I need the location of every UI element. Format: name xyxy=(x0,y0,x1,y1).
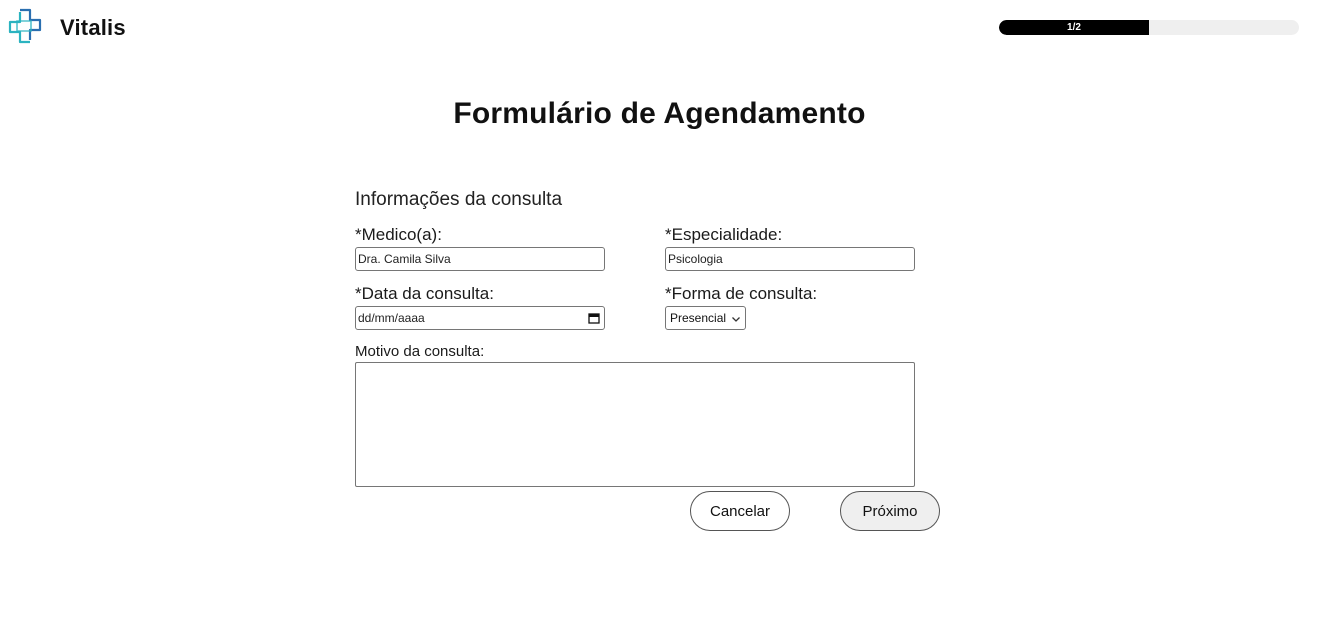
medico-field[interactable]: Dra. Camila Silva xyxy=(355,247,605,271)
especialidade-field[interactable]: Psicologia xyxy=(665,247,915,271)
cancel-button[interactable]: Cancelar xyxy=(690,491,790,531)
calendar-icon[interactable] xyxy=(588,312,600,324)
progress-label: 1/2 xyxy=(1067,22,1081,33)
page-title: Formulário de Agendamento xyxy=(453,97,866,130)
top-bar: Vitalis 1/2 xyxy=(0,0,1319,56)
forma-consulta-select[interactable]: Presencial xyxy=(665,306,746,330)
vitalis-logo-icon xyxy=(7,8,43,44)
chevron-down-icon xyxy=(731,313,741,323)
data-consulta-label: *Data da consulta: xyxy=(355,284,494,303)
step-progress-bar: 1/2 xyxy=(999,20,1299,35)
date-placeholder: dd/mm/aaaa xyxy=(358,311,425,325)
data-consulta-field[interactable]: dd/mm/aaaa xyxy=(355,306,605,330)
especialidade-label: *Especialidade: xyxy=(665,225,783,244)
forma-consulta-label: *Forma de consulta: xyxy=(665,284,818,303)
next-button[interactable]: Próximo xyxy=(840,491,940,531)
section-title: Informações da consulta xyxy=(355,189,563,210)
brand-name: Vitalis xyxy=(60,15,126,40)
forma-consulta-selected: Presencial xyxy=(670,311,727,325)
motivo-textarea[interactable] xyxy=(355,362,915,487)
medico-label: *Medico(a): xyxy=(355,225,442,244)
motivo-label: Motivo da consulta: xyxy=(355,343,485,360)
